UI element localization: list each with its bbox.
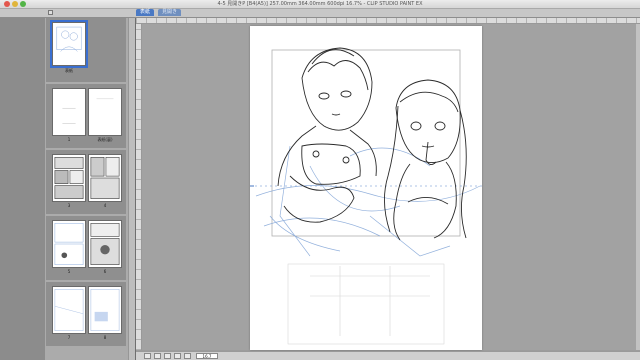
page-thumbnail[interactable]	[52, 286, 86, 334]
zoom-in-icon[interactable]	[154, 353, 161, 359]
page-label: 5	[67, 269, 71, 274]
page-group: 3 4	[46, 150, 126, 214]
page-group-cover: 表紙	[46, 18, 126, 82]
ruler-ticks	[136, 24, 141, 350]
page-group: 5 6	[46, 216, 126, 280]
ruler-ticks	[136, 18, 640, 23]
manga-sketch-artwork	[250, 47, 482, 345]
page-group: 1 表紙(裏)	[46, 84, 126, 148]
page-thumbnail[interactable]	[88, 220, 122, 268]
page-label: 表紙	[65, 68, 73, 73]
page-thumbnail[interactable]	[52, 220, 86, 268]
page-thumbnail[interactable]	[50, 20, 88, 68]
page-manager-panel: 表紙 1 表紙(裏) 3 4 5 6 7 8	[0, 18, 136, 360]
zoom-out-icon[interactable]	[144, 353, 151, 359]
window-title-bar: 4-5 見開きP [B4(A5)] 257.00mm 364.00mm 600d…	[0, 0, 640, 9]
page-thumbnail-art	[56, 26, 82, 52]
page-thumbnail[interactable]	[52, 154, 86, 202]
page-label: 3	[67, 203, 71, 208]
page-label: 表紙(裏)	[97, 137, 113, 142]
page-thumbnail[interactable]	[52, 88, 86, 136]
page-thumbnail[interactable]	[88, 154, 122, 202]
canvas-paper[interactable]	[250, 26, 482, 350]
page-thumbnail[interactable]	[88, 88, 122, 136]
canvas-area[interactable]	[142, 24, 640, 350]
page-label: 7	[67, 335, 71, 340]
page-label: 1	[67, 137, 71, 142]
panel-resize-handle[interactable]	[128, 18, 135, 360]
vertical-scrollbar[interactable]	[636, 24, 640, 350]
window-title: 4-5 見開きP [B4(A5)] 257.00mm 364.00mm 600d…	[217, 1, 423, 7]
fit-window-icon[interactable]	[164, 353, 171, 359]
zoom-level-field[interactable]: 16.7	[196, 353, 218, 359]
flip-icon[interactable]	[184, 353, 191, 359]
page-label: 6	[103, 269, 107, 274]
page-label: 4	[103, 203, 107, 208]
page-thumbnail[interactable]	[88, 286, 122, 334]
page-label: 8	[103, 335, 107, 340]
page-group: 7 8	[46, 282, 126, 346]
tab-spread[interactable]: 見開き	[158, 9, 182, 16]
canvas-status-bar: 16.7	[136, 351, 640, 360]
canvas-tab-bar: 表紙 見開き	[0, 9, 640, 18]
panel-background-strip	[0, 18, 45, 360]
rotate-icon[interactable]	[174, 353, 181, 359]
page-thumbnail-icon	[48, 10, 53, 15]
tab-cover[interactable]: 表紙	[136, 9, 155, 16]
